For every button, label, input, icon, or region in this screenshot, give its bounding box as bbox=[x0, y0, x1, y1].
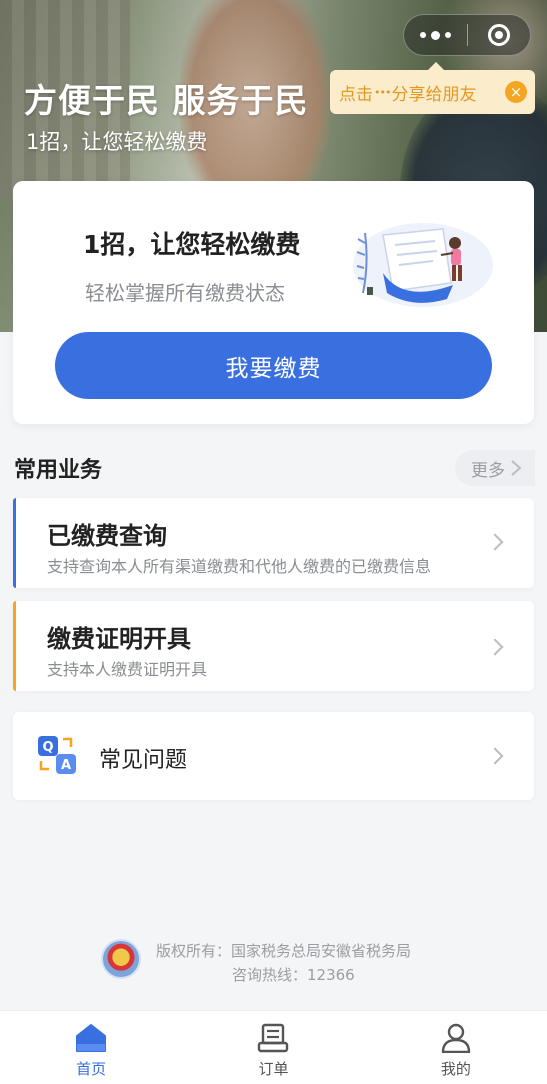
share-tip-text-after: 分享给朋友 bbox=[391, 84, 477, 105]
service-title: 已缴费查询 bbox=[47, 522, 167, 550]
tab-mine[interactable]: 我的 bbox=[365, 1011, 547, 1084]
share-tip-dots: ••• bbox=[374, 85, 391, 99]
service-card-paid-query[interactable]: 已缴费查询 支持查询本人所有渠道缴费和代他人缴费的已缴费信息 bbox=[13, 498, 534, 588]
service-accent-bar bbox=[13, 601, 16, 691]
tab-label: 首页 bbox=[76, 1060, 107, 1078]
chevron-right-icon bbox=[511, 460, 522, 476]
qa-icon: Q A bbox=[38, 736, 76, 774]
svg-text:Q: Q bbox=[42, 740, 53, 755]
order-icon bbox=[258, 1023, 289, 1053]
pay-now-button[interactable]: 我要缴费 bbox=[55, 332, 492, 399]
chevron-right-icon bbox=[486, 747, 504, 765]
hero-title: 方便于民 服务于民 bbox=[24, 81, 309, 120]
tab-orders[interactable]: 订单 bbox=[182, 1011, 364, 1084]
pay-card: 1招，让您轻松缴费 轻松掌握所有缴费状态 我要缴费 bbox=[13, 181, 534, 424]
home-icon bbox=[76, 1024, 107, 1052]
service-title: 缴费证明开具 bbox=[47, 625, 191, 653]
chevron-right-icon bbox=[486, 638, 504, 656]
more-services-link[interactable]: 更多 bbox=[455, 450, 535, 486]
target-icon bbox=[487, 24, 510, 46]
service-accent-bar bbox=[13, 498, 16, 588]
user-icon bbox=[441, 1023, 471, 1053]
pay-card-subtitle: 轻松掌握所有缴费状态 bbox=[85, 281, 285, 305]
dot-icon bbox=[420, 32, 426, 38]
share-tooltip: 点击 ••• 分享给朋友 × bbox=[330, 62, 535, 114]
more-link-label: 更多 bbox=[471, 460, 505, 481]
tab-label: 订单 bbox=[258, 1060, 289, 1078]
close-miniprogram-button[interactable] bbox=[468, 15, 530, 55]
svg-text:A: A bbox=[61, 758, 71, 773]
bottom-tab-bar: 首页 订单 我的 bbox=[0, 1010, 547, 1084]
faq-label: 常见问题 bbox=[99, 748, 188, 773]
dot-icon bbox=[431, 30, 440, 40]
service-description: 支持本人缴费证明开具 bbox=[47, 660, 208, 679]
hero-subtitle: 1招，让您轻松缴费 bbox=[26, 130, 208, 154]
more-menu-button[interactable] bbox=[404, 15, 467, 55]
tax-bureau-emblem bbox=[101, 939, 141, 979]
pay-card-title: 1招，让您轻松缴费 bbox=[83, 230, 301, 259]
footer-hotline: 咨询热线：12366 bbox=[232, 966, 355, 984]
close-tooltip-button[interactable]: × bbox=[505, 81, 527, 103]
miniprogram-capsule bbox=[403, 14, 531, 56]
section-title: 常用业务 bbox=[14, 458, 103, 483]
tab-home[interactable]: 首页 bbox=[0, 1011, 182, 1084]
dot-icon bbox=[445, 32, 451, 38]
faq-card[interactable]: Q A 常见问题 bbox=[13, 712, 534, 800]
service-description: 支持查询本人所有渠道缴费和代他人缴费的已缴费信息 bbox=[47, 557, 432, 576]
share-tip-text-before: 点击 bbox=[339, 84, 373, 105]
tab-label: 我的 bbox=[440, 1060, 471, 1078]
footer-copyright: 版权所有：国家税务总局安徽省税务局 bbox=[156, 942, 412, 960]
payment-illustration bbox=[353, 223, 493, 307]
chevron-right-icon bbox=[486, 533, 504, 551]
service-card-payment-certificate[interactable]: 缴费证明开具 支持本人缴费证明开具 bbox=[13, 601, 534, 691]
